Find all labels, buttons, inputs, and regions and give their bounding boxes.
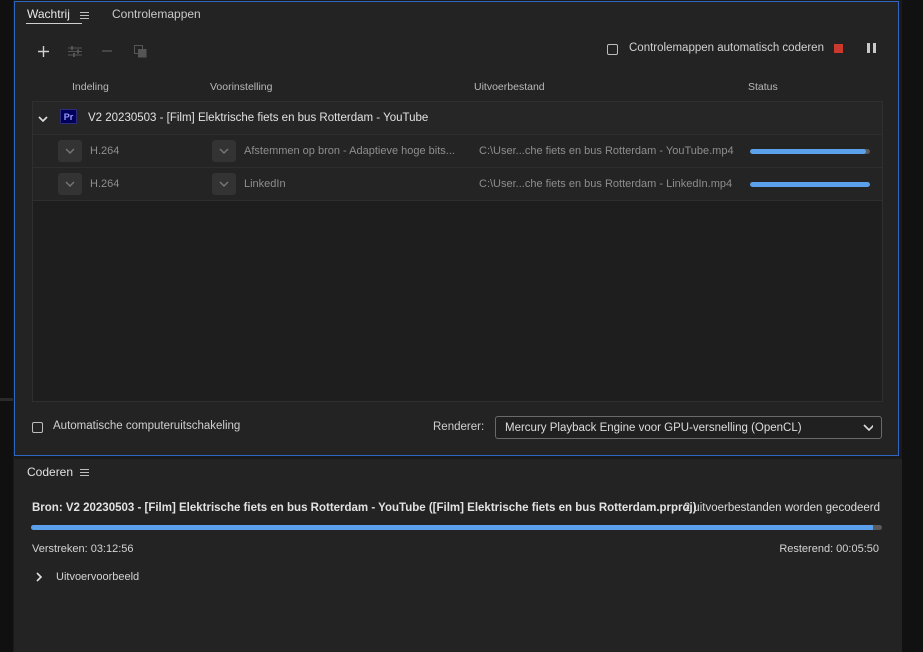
- chevron-down-icon[interactable]: [38, 114, 48, 124]
- encoding-progress-fill: [31, 525, 874, 530]
- row-output[interactable]: C:\User...che fiets en bus Rotterdam - L…: [479, 178, 732, 190]
- auto-shutdown-checkbox[interactable]: [32, 422, 43, 433]
- renderer-label: Renderer:: [433, 421, 485, 433]
- preset-dropdown[interactable]: [212, 140, 236, 162]
- minus-icon: [102, 50, 112, 52]
- right-panel-edge: [902, 0, 923, 652]
- chevron-down-icon: [65, 181, 75, 187]
- auto-shutdown-label: Automatische computeruitschakeling: [53, 420, 241, 432]
- remove-button[interactable]: [98, 42, 116, 60]
- auto-encode-checkbox[interactable]: [607, 44, 618, 55]
- row-progress-fill: [750, 149, 867, 154]
- panel-menu-icon[interactable]: [80, 12, 89, 20]
- sliders-icon: [68, 45, 82, 57]
- add-source-button[interactable]: [34, 42, 52, 60]
- row-progress-bar: [750, 149, 870, 154]
- auto-encode-label: Controlemappen automatisch coderen: [629, 42, 824, 54]
- stop-icon[interactable]: [834, 44, 843, 53]
- queue-settings-button[interactable]: [66, 42, 84, 60]
- chevron-down-icon: [219, 181, 229, 187]
- format-dropdown[interactable]: [58, 173, 82, 195]
- output-preview-toggle[interactable]: Uitvoervoorbeeld: [56, 571, 139, 583]
- row-format[interactable]: H.264: [90, 145, 119, 157]
- tab-watch-folders[interactable]: Controlemappen: [112, 7, 201, 21]
- column-header-status[interactable]: Status: [748, 81, 778, 93]
- pause-icon[interactable]: [867, 43, 876, 53]
- tab-queue[interactable]: Wachtrij: [27, 7, 70, 21]
- panel-divider: [0, 398, 13, 401]
- queue-group-title: V2 20230503 - [Film] Elektrische fiets e…: [88, 112, 429, 124]
- row-preset[interactable]: LinkedIn: [244, 178, 286, 190]
- chevron-down-icon: [65, 148, 75, 154]
- encoding-progress-bar: [31, 525, 882, 530]
- column-header-preset[interactable]: Voorinstelling: [210, 81, 272, 93]
- row-output[interactable]: C:\User...che fiets en bus Rotterdam - Y…: [479, 145, 734, 157]
- renderer-value: Mercury Playback Engine voor GPU-versnel…: [505, 422, 802, 434]
- row-progress-fill: [750, 182, 870, 187]
- remaining-time: Resterend: 00:05:50: [779, 543, 879, 555]
- chevron-down-icon: [219, 148, 229, 154]
- tab-encoding[interactable]: Coderen: [27, 465, 73, 479]
- encoding-source: Bron: V2 20230503 - [Film] Elektrische f…: [32, 502, 697, 514]
- preset-dropdown[interactable]: [212, 173, 236, 195]
- format-dropdown[interactable]: [58, 140, 82, 162]
- chevron-right-icon[interactable]: [35, 572, 43, 582]
- column-header-output[interactable]: Uitvoerbestand: [474, 81, 545, 93]
- renderer-select[interactable]: Mercury Playback Engine voor GPU-versnel…: [495, 416, 882, 439]
- active-tab-indicator: [26, 23, 82, 24]
- elapsed-time: Verstreken: 03:12:56: [32, 543, 134, 555]
- chevron-down-icon: [863, 424, 873, 432]
- premiere-pro-icon: Pr: [60, 109, 77, 124]
- column-header-format[interactable]: Indeling: [72, 81, 109, 93]
- table-row[interactable]: H.264 Afstemmen op bron - Adaptieve hoge…: [33, 135, 882, 168]
- row-preset[interactable]: Afstemmen op bron - Adaptieve hoge bits.…: [244, 145, 455, 157]
- duplicate-button[interactable]: [131, 42, 149, 60]
- queue-panel: Wachtrij Controlemappen Controlemappen a…: [14, 1, 899, 456]
- row-format[interactable]: H.264: [90, 178, 119, 190]
- queue-list: Pr V2 20230503 - [Film] Elektrische fiet…: [32, 101, 883, 402]
- panel-menu-icon[interactable]: [80, 469, 89, 477]
- duplicate-icon: [133, 44, 146, 57]
- table-row[interactable]: H.264 LinkedIn C:\User...che fiets en bu…: [33, 168, 882, 201]
- plus-icon: [37, 45, 49, 57]
- queue-group-row[interactable]: Pr V2 20230503 - [Film] Elektrische fiet…: [33, 102, 882, 135]
- encoding-panel: Coderen Bron: V2 20230503 - [Film] Elekt…: [14, 459, 902, 652]
- left-panel-edge: [0, 0, 13, 652]
- row-progress-bar: [750, 182, 870, 187]
- encoding-output-count: 2 uitvoerbestanden worden gecodeerd: [683, 502, 880, 514]
- queue-tabbar: Wachtrij Controlemappen: [15, 2, 898, 28]
